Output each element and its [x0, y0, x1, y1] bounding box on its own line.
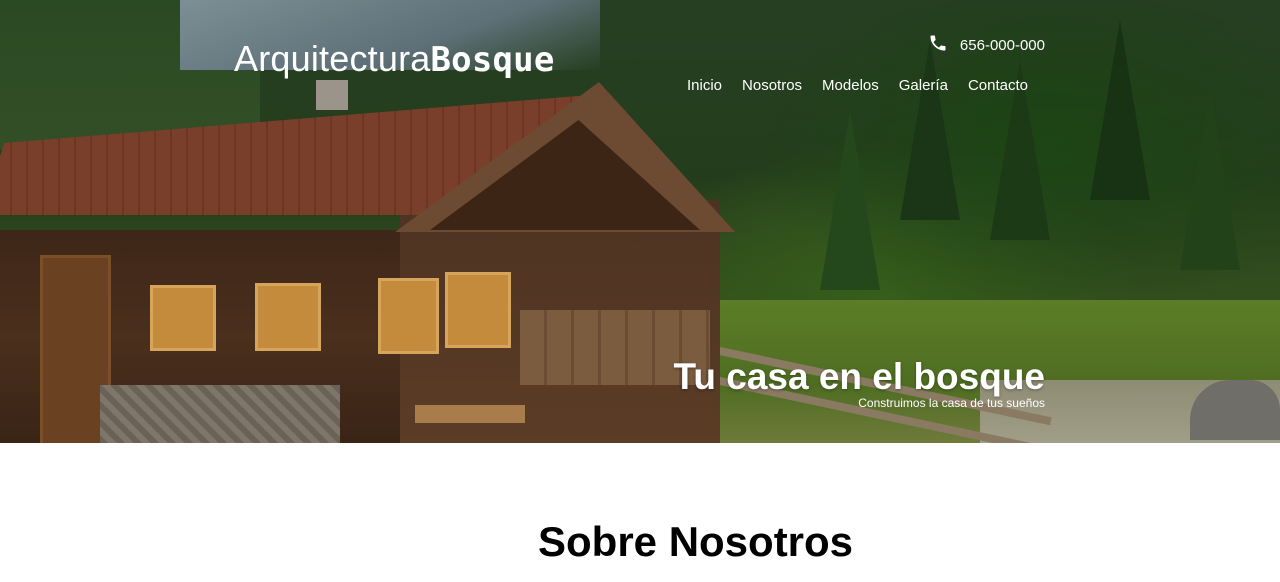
hero-title: Tu casa en el bosque: [673, 356, 1045, 397]
tree-shape: [900, 40, 960, 220]
header-phone[interactable]: 656-000-000: [928, 33, 1045, 57]
tree-shape: [1180, 90, 1240, 270]
about-title: Sobre Nosotros: [538, 518, 854, 565]
nav-modelos[interactable]: Modelos: [822, 76, 879, 96]
phone-number: 656-000-000: [959, 36, 1045, 54]
nav-nosotros[interactable]: Nosotros: [742, 76, 802, 96]
cabin-window: [255, 283, 321, 351]
logo-light-text: Arquitectura: [234, 38, 431, 79]
site-logo[interactable]: ArquitecturaBosque: [234, 38, 555, 81]
cabin-chimney: [316, 80, 348, 110]
hero-text-block: Tu casa en el bosque Construimos la casa…: [674, 356, 1045, 410]
cabin-window: [378, 278, 439, 354]
hero-background-rock: [1190, 380, 1280, 440]
tree-shape: [820, 110, 880, 290]
cabin-bench: [415, 405, 525, 423]
cabin-window: [150, 285, 216, 351]
hero-section: ArquitecturaBosque 656-000-000 Inicio No…: [0, 0, 1280, 443]
tree-shape: [1090, 20, 1150, 200]
main-nav: Inicio Nosotros Modelos Galería Contacto: [687, 76, 1028, 96]
phone-icon: [928, 33, 948, 57]
logo-bold-text: Bosque: [430, 40, 555, 80]
nav-galeria[interactable]: Galería: [899, 76, 948, 96]
nav-inicio[interactable]: Inicio: [687, 76, 722, 96]
cabin-stone-base: [100, 385, 340, 443]
cabin-window: [445, 272, 511, 348]
nav-contacto[interactable]: Contacto: [968, 76, 1028, 96]
about-section: Sobre Nosotros: [0, 443, 1280, 582]
hero-subtitle: Construimos la casa de tus sueños: [858, 396, 1045, 410]
